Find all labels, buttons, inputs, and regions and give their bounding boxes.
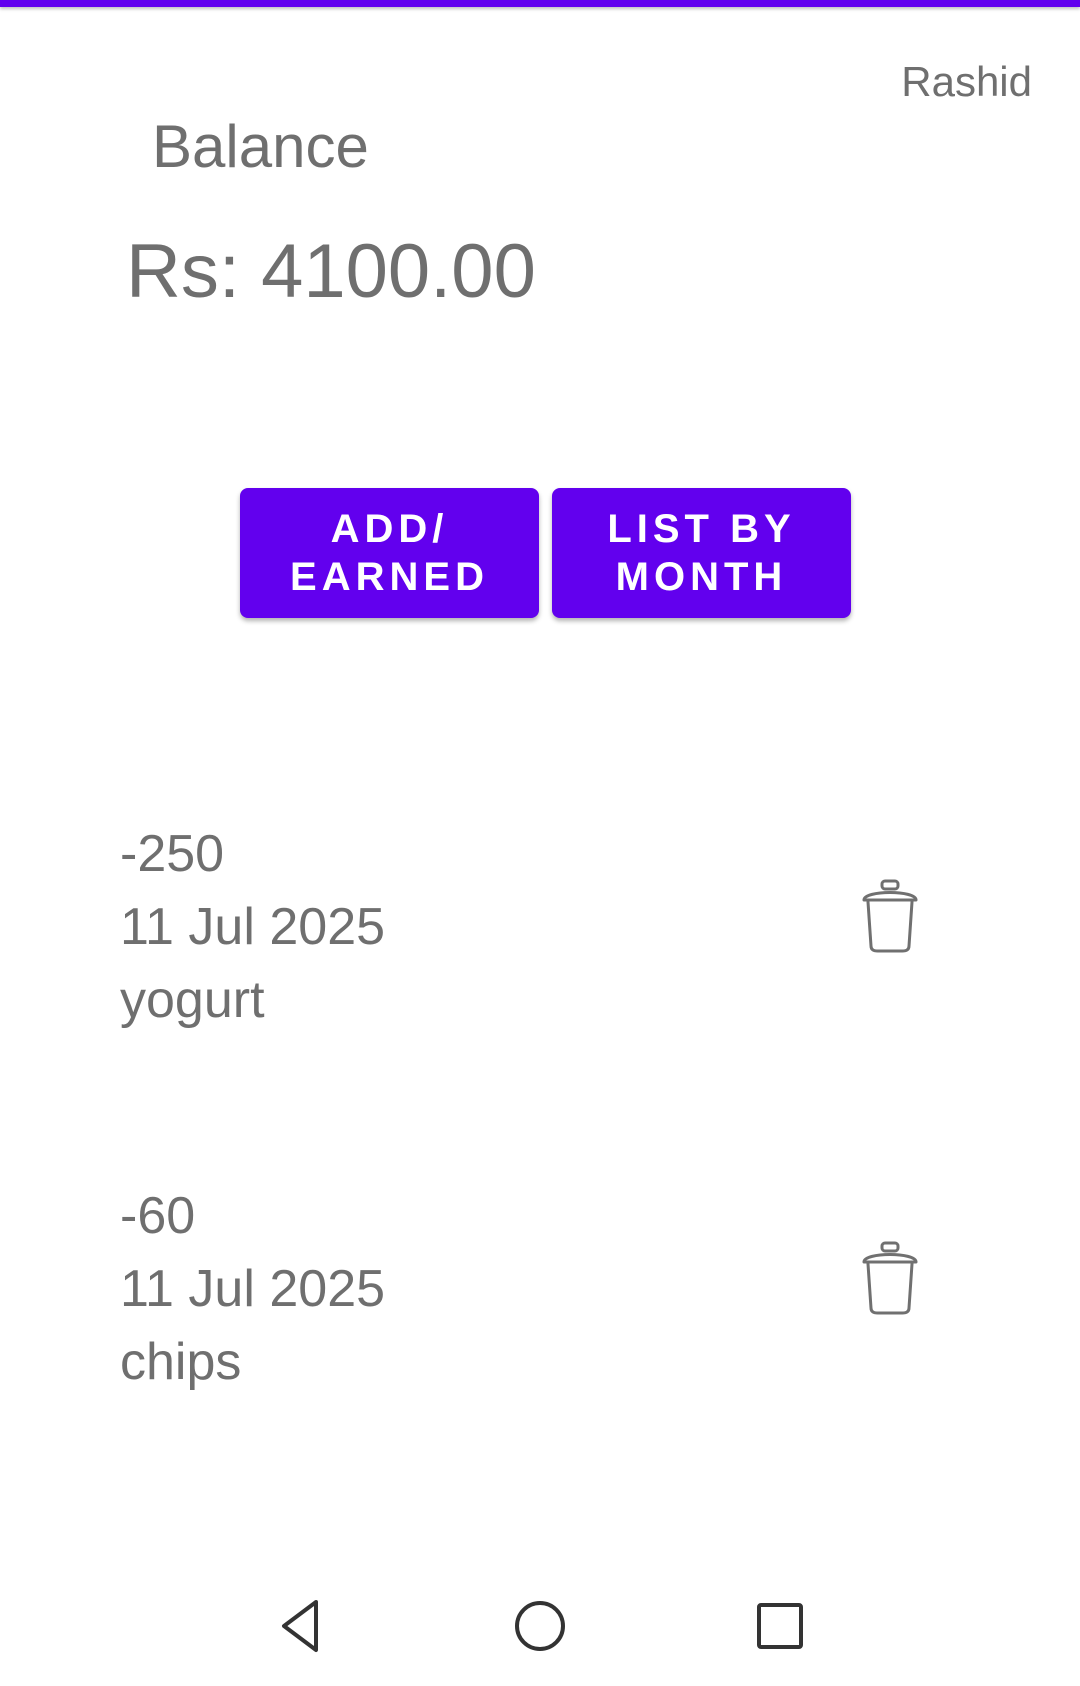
balance-amount: Rs: 4100.00 [126, 229, 536, 314]
list-by-month-button[interactable]: LIST BY MONTH [552, 488, 851, 618]
trash-icon[interactable] [860, 1240, 920, 1316]
system-navigation-bar [0, 1576, 1080, 1686]
recents-icon[interactable] [750, 1596, 810, 1656]
list-by-month-button-label-line1: LIST BY [607, 507, 796, 551]
trash-icon[interactable] [860, 878, 920, 954]
home-icon[interactable] [510, 1596, 570, 1656]
top-app-bar-accent [0, 0, 1080, 7]
transaction-note: chips [120, 1333, 242, 1391]
transaction-item: -60 11 Jul 2025 chips [120, 1180, 1020, 1420]
add-earned-button-label-line1: ADD/ [330, 507, 449, 551]
user-name: Rashid [901, 58, 1032, 105]
transaction-item: -250 11 Jul 2025 yogurt [120, 818, 1020, 1058]
transaction-note: yogurt [120, 971, 265, 1029]
add-earned-button-label-line2: EARNED [290, 555, 489, 599]
back-icon[interactable] [270, 1596, 330, 1656]
add-earned-button[interactable]: ADD/ EARNED [240, 488, 539, 618]
list-by-month-button-label-line2: MONTH [615, 555, 788, 599]
balance-label: Balance [152, 113, 369, 180]
